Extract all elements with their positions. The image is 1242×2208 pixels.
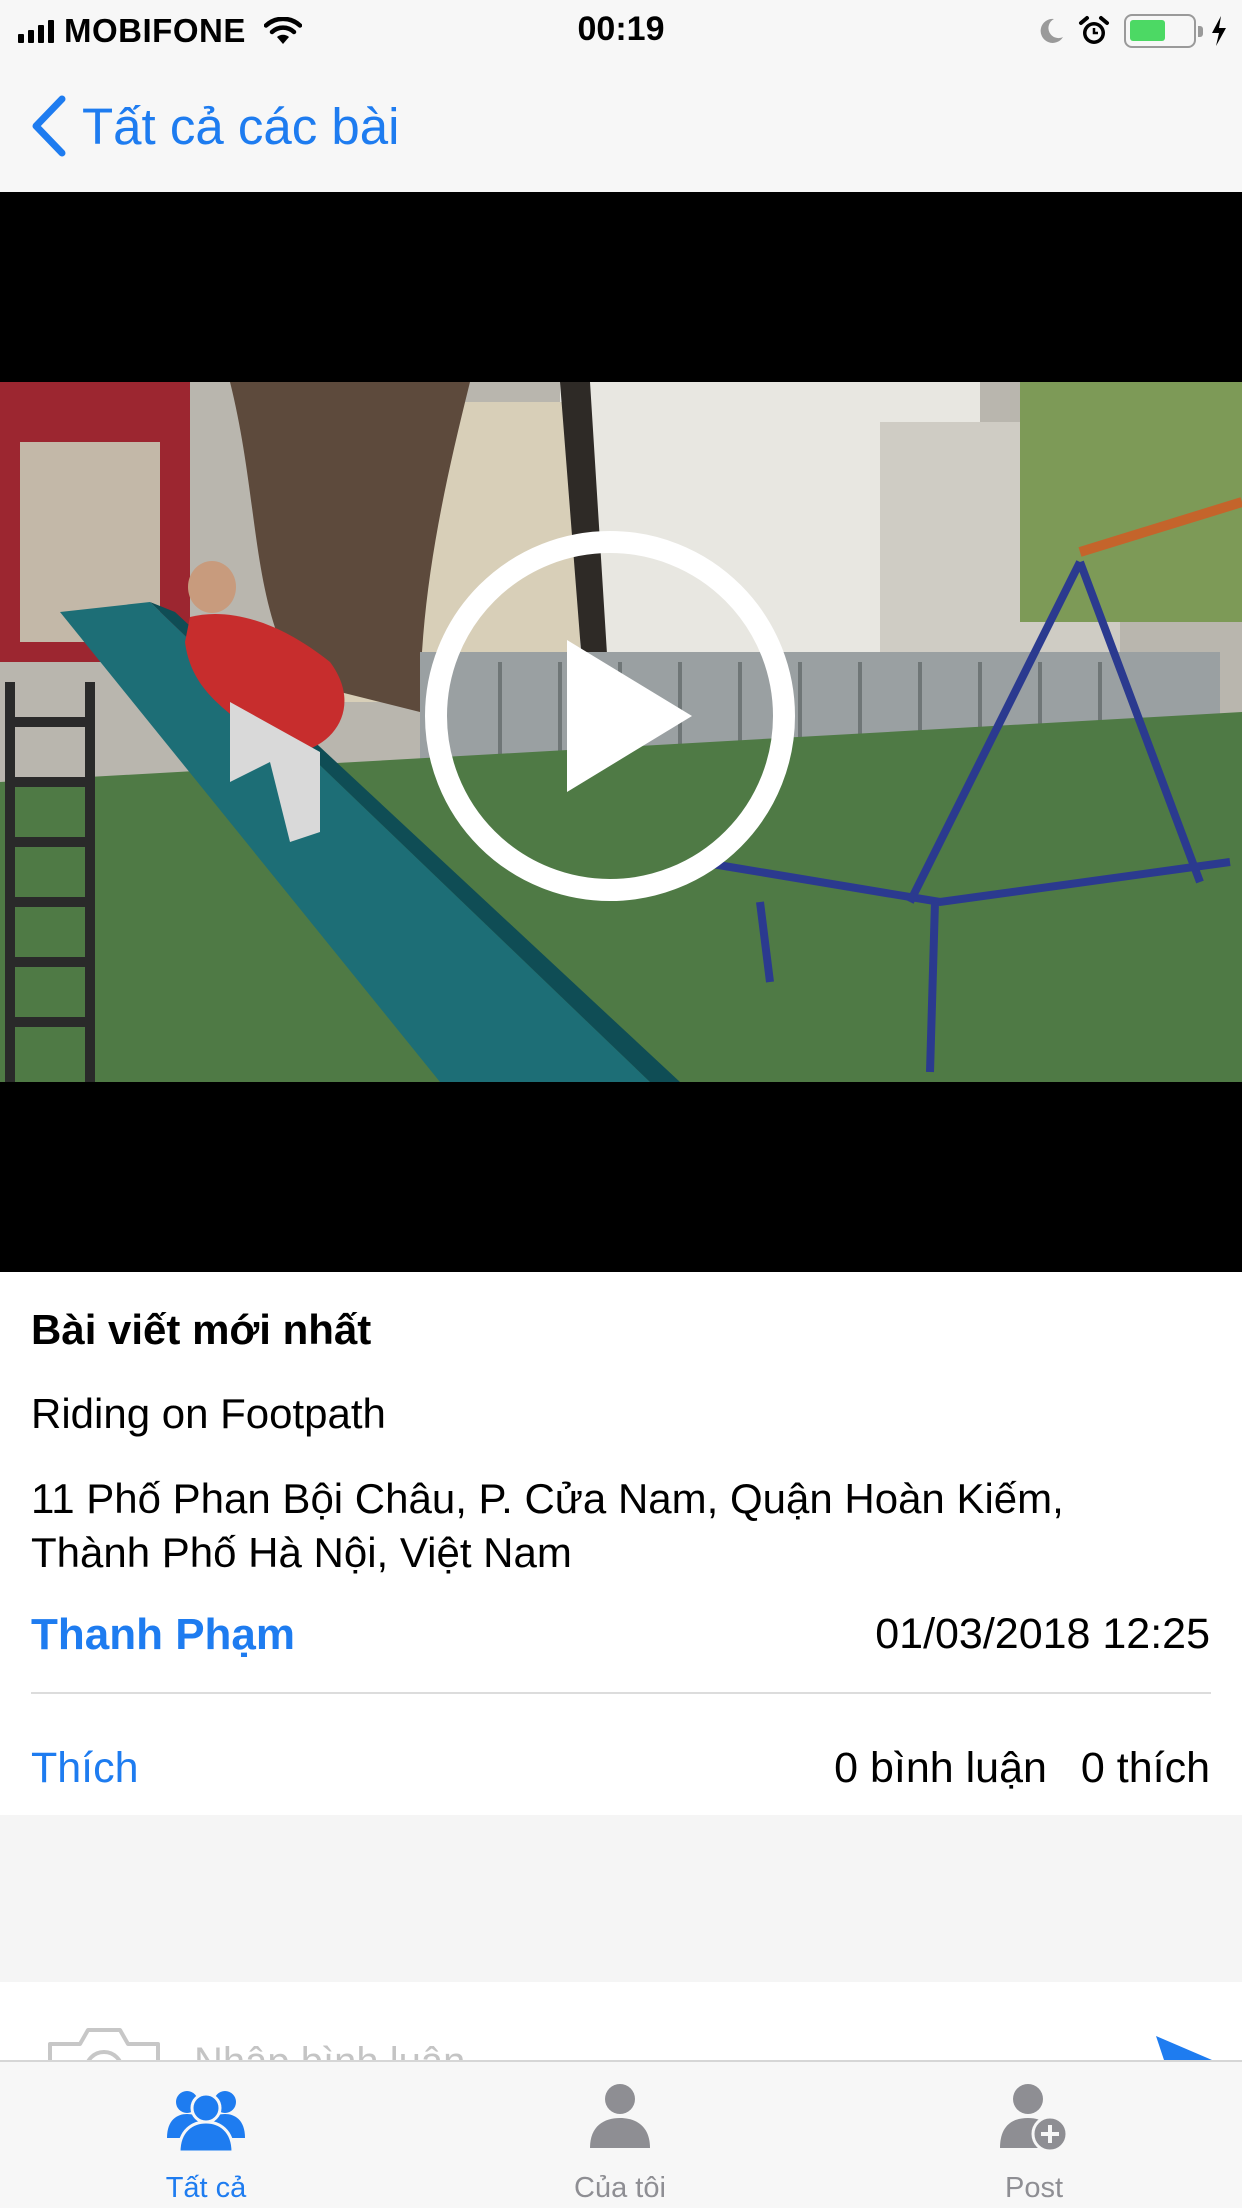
tab-mine[interactable]: Của tôi: [480, 2062, 760, 2208]
video-player[interactable]: [0, 192, 1242, 1272]
alarm-icon: [1079, 16, 1109, 44]
battery-icon: [1124, 14, 1203, 48]
person-icon: [590, 2084, 650, 2148]
tab-all-label: Tất cả: [165, 2172, 247, 2204]
comment-bar: [0, 1982, 1242, 2060]
post-counts: 0 bình luận 0 thích: [834, 1744, 1210, 1793]
comments-count: 0 bình luận: [834, 1744, 1047, 1792]
post-address: 11 Phố Phan Bội Châu, P. Cửa Nam, Quận H…: [31, 1475, 1064, 1576]
back-button[interactable]: Tất cả các bài: [30, 92, 399, 160]
navigation-bar: Tất cả các bài: [0, 62, 1242, 192]
likes-count: 0 thích: [1080, 1744, 1210, 1792]
moon-icon: [1040, 18, 1063, 43]
chevron-left-icon: [32, 95, 66, 157]
camera-icon[interactable]: [46, 2026, 162, 2060]
add-person-icon: [1000, 2084, 1069, 2153]
status-right: [1038, 12, 1228, 50]
like-button[interactable]: Thích: [31, 1744, 139, 1793]
status-bar: MOBIFONE 00:19: [0, 0, 1242, 62]
group-icon: [167, 2091, 245, 2154]
play-icon[interactable]: [424, 530, 796, 902]
post-title: Riding on Footpath: [31, 1390, 386, 1437]
post-heading: Bài viết mới nhất: [31, 1306, 372, 1353]
post-datetime: 01/03/2018 12:25: [875, 1610, 1210, 1658]
tab-mine-label: Của tôi: [574, 2172, 666, 2204]
post-details: Bài viết mới nhất Riding on Footpath 11 …: [0, 1272, 1242, 1815]
comment-input[interactable]: [194, 2032, 1094, 2060]
tab-post-label: Post: [1004, 2172, 1064, 2204]
tab-bar: Tất cả Của tôi Post: [0, 2060, 1242, 2208]
divider: [31, 1692, 1211, 1694]
tab-all[interactable]: Tất cả: [66, 2062, 346, 2208]
battery-fill: [1130, 20, 1166, 41]
back-label: Tất cả các bài: [82, 97, 400, 155]
tab-post[interactable]: Post: [894, 2062, 1174, 2208]
charging-icon: [1212, 16, 1226, 46]
send-icon[interactable]: [1154, 2034, 1214, 2060]
post-author-link[interactable]: Thanh Phạm: [31, 1610, 295, 1660]
